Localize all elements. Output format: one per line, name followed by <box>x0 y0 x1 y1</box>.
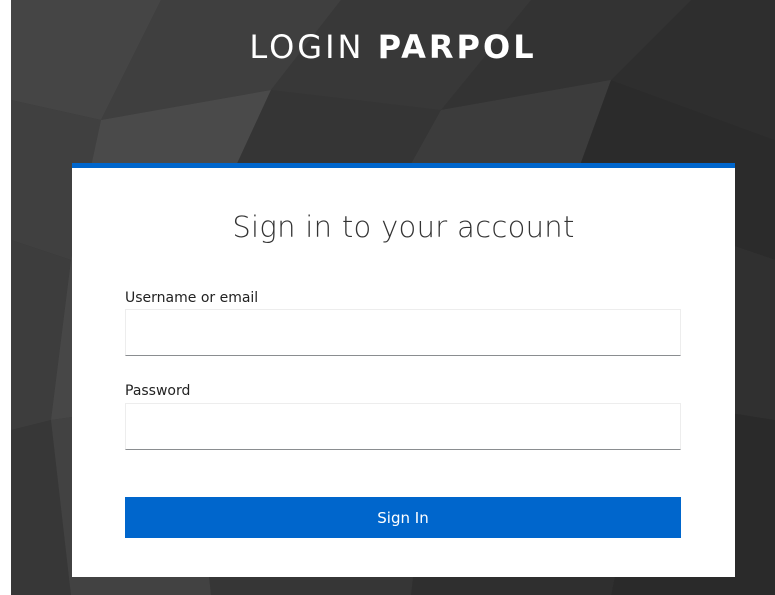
username-label: Username or email <box>125 290 259 306</box>
page-header-title: LOGIN PARPOL <box>11 28 775 66</box>
login-page: LOGIN PARPOL Sign in to your account Use… <box>0 0 775 595</box>
header-title-light: LOGIN <box>249 28 365 66</box>
login-card: Sign in to your account Username or emai… <box>72 163 735 577</box>
username-input[interactable] <box>125 309 681 356</box>
password-label: Password <box>125 383 191 399</box>
card-title: Sign in to your account <box>232 210 575 244</box>
header-title-bold: PARPOL <box>377 28 537 66</box>
password-input[interactable] <box>125 403 681 450</box>
sign-in-button[interactable]: Sign In <box>125 497 681 538</box>
